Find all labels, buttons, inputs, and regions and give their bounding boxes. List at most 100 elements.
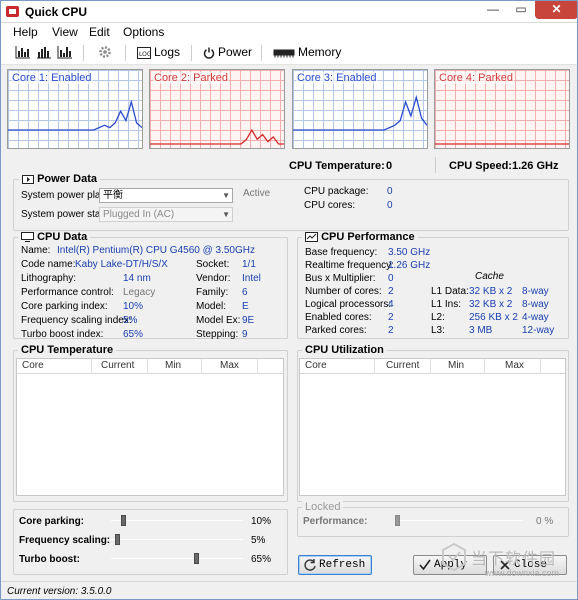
menu-bar: Help View Edit Options [1,23,577,41]
memory-icon [273,49,295,58]
perf-value: 0 [388,273,394,284]
toolbar-separator [261,45,262,61]
cpu-data-label: Vendor: [196,273,231,284]
minimize-button[interactable]: — [479,1,507,19]
cpu-cores-label: CPU cores: [304,200,356,211]
cache-label: L1 Data: [431,286,469,297]
turbo-boost-value: 65% [251,554,272,565]
perf-value: 2 [388,312,394,323]
cpu-data-label: Turbo boost index: [21,329,104,340]
column-divider [430,359,431,374]
toolbar-separator [125,45,126,61]
cpu-data-label: Socket: [196,259,230,270]
column-core[interactable]: Core [305,360,327,371]
cpu-data-label: Code name: [21,259,76,270]
stats-separator [435,157,436,173]
cpu-data-title-text: CPU Data [37,231,88,243]
cpu-utilization-table[interactable]: Core Current Min Max [299,358,566,496]
cpu-data-value: 1/1 [242,259,256,270]
power-plan-label: System power plan: [21,190,109,201]
toolbar-separator [191,45,192,61]
cpu-temperature-title: CPU Temperature [18,344,117,356]
column-divider [201,359,202,374]
power-data-title: Power Data [19,173,100,185]
cpu-data-value: 6 [242,287,248,298]
gear-icon[interactable] [97,45,113,59]
power-plan-value: 平衡 [103,190,123,201]
cpu-data-label: Performance control: [21,287,114,298]
refresh-icon [304,559,316,571]
cpu-data-value: Legacy [123,287,156,298]
cpu-data-label: Core parking index: [21,301,108,312]
perf-value: 4 [388,299,394,310]
cpu-speed-value: 1.26 GHz [512,160,559,172]
menu-edit[interactable]: Edit [89,25,110,39]
frequency-scaling-label: Frequency scaling: [19,535,111,546]
turbo-boost-track[interactable] [111,558,243,559]
table-header: Core Current Min Max [17,359,283,374]
maximize-button[interactable]: ▭ [508,1,534,19]
cpu-data-value: 9E [242,315,255,326]
perf-value: 2 [388,286,394,297]
frequency-scaling-track[interactable] [111,539,243,540]
core-parking-slider[interactable] [121,515,127,526]
logs-button[interactable]: LOG Logs [137,45,180,59]
cache-label: L2: [431,312,445,323]
perf-label: Bus x Multiplier: [305,273,376,284]
frequency-scaling-slider[interactable] [114,534,120,545]
watermark-url: www.downxia.com [485,568,560,578]
core-2-label: Core 2: Parked [153,72,229,84]
power-data-icon [22,174,34,184]
chart-bars-icon[interactable] [15,45,31,59]
cpu-temperature-table[interactable]: Core Current Min Max [16,358,284,496]
cpu-data-label: Model: [196,301,227,312]
cache-ways: 4-way [522,312,549,323]
performance-slider [395,515,400,526]
svg-text:LOG: LOG [139,51,151,58]
cpu-data-title: CPU Data [18,231,91,243]
cache-ways: 12-way [522,325,555,336]
title-bar: Quick CPU — ▭ ✕ [1,1,577,23]
cache-ways: 8-way [522,299,549,310]
column-core[interactable]: Core [22,360,44,371]
performance-label: Performance: [303,516,368,527]
core-parking-value: 10% [251,516,272,527]
core-3-usage-line [293,94,427,131]
memory-button[interactable]: Memory [273,45,341,59]
column-divider [91,359,92,374]
core-parking-track[interactable] [111,520,243,521]
chart-bars-2-icon[interactable] [36,45,52,59]
perf-label: Realtime frequency: [305,260,394,271]
column-max[interactable]: Max [220,360,239,371]
refresh-button[interactable]: Refresh [298,555,372,575]
cpu-data-value: E [242,301,249,312]
column-current[interactable]: Current [101,360,134,371]
core-4-label: Core 4: Parked [438,72,514,84]
power-button[interactable]: Power [203,45,252,59]
checkmark-icon [419,559,431,571]
cpu-data-value: 10% [123,301,144,312]
power-icon [203,47,215,59]
turbo-boost-slider[interactable] [193,553,199,564]
power-state-select: Plugged In (AC) ▼ [99,207,233,222]
cpu-temperature-value: 0 [386,160,393,172]
column-divider [147,359,148,374]
close-window-button[interactable]: ✕ [535,1,577,19]
power-data-group [13,179,569,231]
column-max[interactable]: Max [505,360,524,371]
refresh-label: Refresh [319,559,366,571]
core-3-graph: Core 3: Enabled [292,69,428,149]
column-current[interactable]: Current [386,360,419,371]
logs-label: Logs [154,45,181,59]
column-min[interactable]: Min [448,360,464,371]
cpu-data-value: 5% [123,315,138,326]
column-min[interactable]: Min [165,360,181,371]
power-plan-select[interactable]: 平衡 ▼ [99,188,233,203]
menu-options[interactable]: Options [123,25,164,39]
cpu-data-label: Stepping: [196,329,239,340]
cache-title: Cache [475,271,504,282]
chevron-down-icon: ▼ [222,191,230,200]
menu-view[interactable]: View [52,25,78,39]
menu-help[interactable]: Help [13,25,38,39]
chart-bars-3-icon[interactable] [57,45,73,59]
